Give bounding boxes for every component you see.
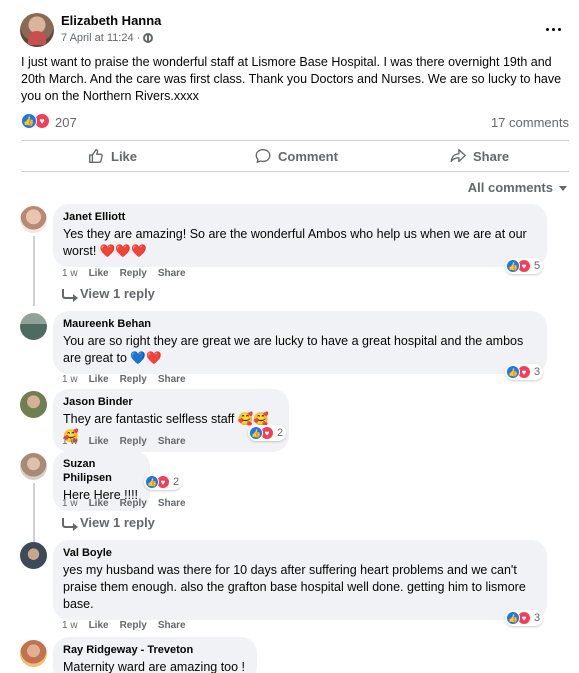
comment-time[interactable]: 1 w <box>62 436 78 447</box>
view-replies-label: View 1 reply <box>80 515 155 530</box>
comment-actions: 1 w Like Reply Share <box>62 620 186 631</box>
like-reaction-icon: 👍 <box>145 475 159 489</box>
comment-reply-button[interactable]: Reply <box>120 620 147 631</box>
comment-reply-button[interactable]: Reply <box>120 374 147 385</box>
comment-reaction-count: 2 <box>173 476 180 488</box>
post-timestamp[interactable]: 7 April at 11:24 · <box>61 32 140 44</box>
commenter-avatar[interactable] <box>20 453 47 480</box>
post-actions: Like Comment Share <box>21 141 569 171</box>
author-name[interactable]: Elizabeth Hanna <box>61 13 161 28</box>
comment-reply-button[interactable]: Reply <box>120 436 147 447</box>
comment-actions: 1 w Like Reply Share <box>62 268 186 279</box>
comment-share-button[interactable]: Share <box>158 374 186 385</box>
comment-text: You are so right they are great we are l… <box>63 334 524 365</box>
like-icon <box>89 149 103 163</box>
comment-share-button[interactable]: Share <box>158 498 186 509</box>
comment-reaction-count: 2 <box>277 427 284 439</box>
comment-reaction-count: 3 <box>534 366 541 378</box>
share-label: Share <box>473 148 510 164</box>
reactions-summary: 👍 ♥ 207 17 comments <box>21 112 569 132</box>
reaction-icons[interactable]: 👍 ♥ <box>21 113 50 129</box>
comment-share-button[interactable]: Share <box>158 436 186 447</box>
globe-icon <box>143 33 154 43</box>
comment-time[interactable]: 1 w <box>62 498 78 509</box>
comment-time[interactable]: 1 w <box>62 620 78 631</box>
view-replies-button[interactable]: View 1 reply <box>62 286 155 302</box>
commenter-avatar[interactable] <box>20 391 47 418</box>
comment-share-button[interactable]: Share <box>158 268 186 279</box>
comment-reactions[interactable]: 👍 ♥ 2 <box>248 425 287 441</box>
like-reaction-icon: 👍 <box>506 365 520 379</box>
comments-filter-dropdown[interactable]: All comments <box>468 180 567 195</box>
commenter-avatar[interactable] <box>20 640 47 667</box>
comment-reaction-count: 3 <box>534 612 541 624</box>
commenter-name[interactable]: Jason Binder <box>63 395 279 409</box>
like-label: Like <box>111 148 138 164</box>
reaction-count[interactable]: 207 <box>55 115 77 130</box>
view-replies-button[interactable]: View 1 reply <box>62 515 155 531</box>
more-options-icon[interactable] <box>542 20 564 38</box>
comment-like-button[interactable]: Like <box>89 268 109 279</box>
like-reaction-icon: 👍 <box>21 113 37 129</box>
like-reaction-icon: 👍 <box>506 259 520 273</box>
commenter-name[interactable]: Suzan Philipsen <box>63 457 140 485</box>
comment-bubble: Maureenk Behan You are so right they are… <box>53 311 547 374</box>
comment-actions: 1 w Like Reply Share <box>62 498 186 509</box>
comment-actions: 1 w Like Reply Share <box>62 436 186 447</box>
comment-label: Comment <box>278 148 338 164</box>
reply-arrow-icon <box>62 517 78 531</box>
commenter-name[interactable]: Ray Ridgeway - Treveton <box>63 643 247 657</box>
comment-bubble: Janet Elliott Yes they are amazing! So a… <box>53 204 547 267</box>
commenter-avatar[interactable] <box>20 206 47 233</box>
comment-share-button[interactable]: Share <box>158 620 186 631</box>
commenter-avatar[interactable] <box>20 313 47 340</box>
comment-reactions[interactable]: 👍 ♥ 5 <box>505 258 544 274</box>
share-button[interactable]: Share <box>449 147 509 165</box>
comment-like-button[interactable]: Like <box>89 620 109 631</box>
commenter-avatar[interactable] <box>20 542 47 569</box>
commenter-name[interactable]: Val Boyle <box>63 546 537 560</box>
comment-time[interactable]: 1 w <box>62 374 78 385</box>
comment-reaction-count: 5 <box>534 260 541 272</box>
comment-text: Yes they are amazing! So are the wonderf… <box>63 227 527 258</box>
comment-reply-button[interactable]: Reply <box>120 498 147 509</box>
commenter-name[interactable]: Maureenk Behan <box>63 317 537 331</box>
comment-button[interactable]: Comment <box>254 147 338 165</box>
comment-reactions[interactable]: 👍 ♥ 3 <box>505 610 544 626</box>
comment-like-button[interactable]: Like <box>89 374 109 385</box>
chevron-down-icon <box>559 186 567 191</box>
view-replies-label: View 1 reply <box>80 286 155 301</box>
comment-actions: 1 w Like Reply Share <box>62 374 186 385</box>
thread-line <box>33 483 35 545</box>
comment-bubble: Val Boyle yes my husband was there for 1… <box>53 540 547 620</box>
comment-text: yes my husband was there for 10 days aft… <box>63 563 526 611</box>
comment-like-button[interactable]: Like <box>89 498 109 509</box>
like-reaction-icon: 👍 <box>506 611 520 625</box>
comment-bubble: Ray Ridgeway - Treveton Maternity ward a… <box>53 637 257 673</box>
like-reaction-icon: 👍 <box>249 426 263 440</box>
like-button[interactable]: Like <box>87 147 137 165</box>
comment-text: Maternity ward are amazing too ! <box>63 660 246 673</box>
comments-filter-label: All comments <box>467 180 553 195</box>
comments-count[interactable]: 17 comments <box>491 115 569 130</box>
author-avatar[interactable] <box>20 13 54 47</box>
comment-reply-button[interactable]: Reply <box>120 268 147 279</box>
post-text: I just want to praise the wonderful staf… <box>21 55 562 103</box>
post-header: Elizabeth Hanna 7 April at 11:24 · <box>0 0 579 52</box>
share-icon <box>450 149 466 163</box>
divider <box>21 171 569 172</box>
comment-icon <box>255 149 271 163</box>
comment-reactions[interactable]: 👍 ♥ 2 <box>144 474 183 490</box>
comment-reactions[interactable]: 👍 ♥ 3 <box>505 364 544 380</box>
comment-time[interactable]: 1 w <box>62 268 78 279</box>
commenter-name[interactable]: Janet Elliott <box>63 210 537 224</box>
reply-arrow-icon <box>62 288 78 302</box>
post-meta: 7 April at 11:24 · <box>61 32 154 44</box>
comment-like-button[interactable]: Like <box>89 436 109 447</box>
thread-line <box>33 236 35 306</box>
